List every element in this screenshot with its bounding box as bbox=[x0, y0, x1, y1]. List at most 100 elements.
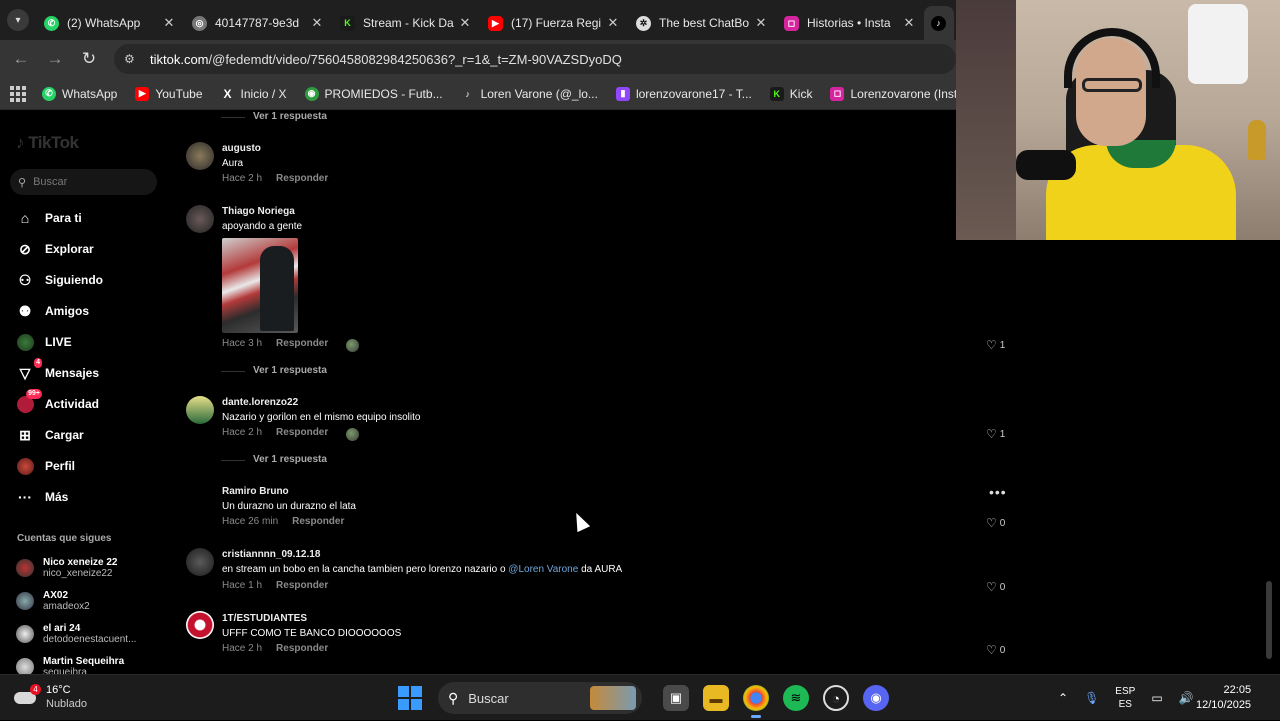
nav-siguiendo[interactable]: ⚇ Siguiendo bbox=[14, 268, 164, 292]
avatar[interactable] bbox=[186, 142, 214, 170]
language-indicator[interactable]: ESP ES bbox=[1115, 685, 1135, 711]
bookmark-youtube[interactable]: ▶ YouTube bbox=[135, 86, 203, 101]
reply-button[interactable]: Responder bbox=[276, 173, 328, 184]
whatsapp-icon: ✆ bbox=[44, 15, 59, 31]
reply-button[interactable]: Responder bbox=[276, 580, 328, 591]
following-header: Cuentas que sigues bbox=[17, 533, 112, 544]
forward-arrow-icon[interactable]: → bbox=[38, 49, 72, 69]
like-count: 1 bbox=[999, 428, 1006, 440]
close-icon[interactable]: ✕ bbox=[162, 15, 176, 31]
comment-username[interactable]: dante.lorenzo22 bbox=[222, 397, 298, 408]
browser-tab[interactable]: ◎ 40147787-9e3d ✕ bbox=[184, 6, 332, 40]
view-replies-button[interactable]: Ver 1 respuesta bbox=[221, 365, 327, 376]
avatar[interactable] bbox=[186, 548, 214, 576]
nav-mensajes[interactable]: ▽ 4 Mensajes bbox=[14, 358, 164, 385]
close-icon[interactable]: ✕ bbox=[606, 15, 620, 31]
comment-username[interactable]: Thiago Noriega bbox=[222, 206, 295, 217]
nav-cargar[interactable]: ⊞ Cargar bbox=[14, 423, 164, 447]
chevron-up-icon[interactable]: ⌃ bbox=[1058, 691, 1068, 705]
apps-grid-icon[interactable] bbox=[10, 85, 26, 102]
bookmark-kick[interactable]: K Kick bbox=[769, 86, 812, 101]
discord-icon[interactable]: ◉ bbox=[863, 685, 889, 711]
search-icon: ⚲ bbox=[18, 176, 27, 189]
close-icon[interactable]: ✕ bbox=[458, 15, 472, 31]
task-view-icon[interactable]: ▣ bbox=[663, 685, 689, 711]
avatar[interactable] bbox=[186, 396, 214, 424]
clock[interactable]: 22:05 12/10/2025 bbox=[1196, 683, 1251, 713]
windows-start-icon[interactable] bbox=[398, 686, 422, 710]
obs-icon[interactable]: ◔ bbox=[823, 685, 849, 711]
like-button[interactable]: ♡ 1 bbox=[986, 427, 1005, 441]
browser-tab[interactable]: K Stream - Kick Da ✕ bbox=[332, 6, 480, 40]
nav-mas[interactable]: ··· Más bbox=[14, 485, 164, 509]
tiktok-logo[interactable]: ♪ TikTok bbox=[16, 133, 79, 153]
weather-widget[interactable]: 4 16°C Nublado bbox=[12, 683, 87, 711]
comment-time: Hace 2 h bbox=[222, 173, 263, 184]
comment-username[interactable]: 1T/ESTUDIANTES bbox=[222, 613, 307, 624]
chrome-icon[interactable] bbox=[743, 685, 769, 718]
avatar[interactable] bbox=[186, 485, 214, 513]
nav-actividad[interactable]: 99+ Actividad bbox=[14, 389, 164, 416]
search-input[interactable]: ⚲ Buscar bbox=[10, 169, 157, 195]
reply-button[interactable]: Responder bbox=[276, 338, 328, 349]
like-button[interactable]: ♡ 0 bbox=[986, 516, 1005, 530]
spotify-icon[interactable]: ≋ bbox=[783, 685, 809, 711]
more-options-icon[interactable]: ••• bbox=[989, 484, 1007, 500]
nav-perfil[interactable]: Perfil bbox=[14, 454, 164, 478]
comment-meta: Hace 1 h Responder bbox=[222, 580, 328, 591]
avatar[interactable] bbox=[186, 611, 214, 639]
bookmark-label: WhatsApp bbox=[62, 86, 118, 101]
reload-icon[interactable]: ↻ bbox=[72, 49, 106, 69]
following-account[interactable]: Nico xeneize 22 nico_xeneize22 bbox=[16, 554, 166, 582]
close-icon[interactable]: ✕ bbox=[902, 15, 916, 31]
nav-explorar[interactable]: ⊘ Explorar bbox=[14, 237, 164, 261]
like-button[interactable]: ♡ 0 bbox=[986, 643, 1005, 657]
comment-username[interactable]: Ramiro Bruno bbox=[222, 486, 289, 497]
weather-condition: Nublado bbox=[46, 698, 87, 710]
bookmark-whatsapp[interactable]: ✆ WhatsApp bbox=[42, 86, 118, 101]
microphone-icon[interactable]: 🎙 bbox=[1084, 691, 1099, 705]
address-bar[interactable]: ⚙ tiktok.com/@fedemdt/video/756045808298… bbox=[114, 44, 956, 74]
nav-amigos[interactable]: ⚉ Amigos bbox=[14, 299, 164, 323]
nav-para-ti[interactable]: ⌂ Para ti bbox=[14, 206, 164, 230]
nav-live[interactable]: LIVE bbox=[14, 330, 164, 354]
avatar[interactable] bbox=[186, 205, 214, 233]
mention-link[interactable]: @Loren Varone bbox=[508, 564, 578, 575]
bookmark-tiktok[interactable]: ♪ Loren Varone (@_lo... bbox=[461, 87, 598, 101]
bookmark-promiedos[interactable]: ◉ PROMIEDOS - Futb... bbox=[304, 86, 443, 101]
browser-tab[interactable]: ▶ (17) Fuerza Regi ✕ bbox=[480, 6, 628, 40]
scrollbar[interactable] bbox=[1266, 581, 1272, 659]
following-account[interactable]: AX02 amadeox2 bbox=[16, 587, 166, 615]
taskbar-search[interactable]: ⚲ Buscar bbox=[438, 682, 642, 714]
comment-photo[interactable] bbox=[222, 238, 298, 333]
volume-icon[interactable]: 🔊 bbox=[1179, 691, 1194, 705]
file-explorer-icon[interactable]: ▬ bbox=[703, 685, 729, 711]
like-button[interactable]: ♡ 1 bbox=[986, 338, 1005, 352]
back-arrow-icon[interactable]: ← bbox=[4, 49, 38, 69]
site-info-icon[interactable]: ⚙ bbox=[124, 52, 140, 66]
network-icon[interactable]: ▭ bbox=[1151, 691, 1162, 705]
browser-tab[interactable]: ✲ The best ChatBo ✕ bbox=[628, 6, 776, 40]
following-account[interactable]: el ari 24 detodoenestacuent... bbox=[16, 620, 166, 648]
close-icon[interactable]: ✕ bbox=[754, 15, 768, 31]
reply-button[interactable]: Responder bbox=[276, 643, 328, 654]
comment-username[interactable]: augusto bbox=[222, 143, 261, 154]
tab-search-button[interactable]: ▾ bbox=[0, 0, 36, 40]
like-button[interactable]: ♡ 0 bbox=[986, 580, 1005, 594]
bookmark-instagram[interactable]: ◻ Lorenzovarone (Inst... bbox=[830, 86, 967, 101]
bookmark-x[interactable]: X Inicio / X bbox=[221, 87, 287, 101]
comment-username[interactable]: cristiannnn_09.12.18 bbox=[222, 549, 320, 560]
account-name: Nico xeneize 22 bbox=[43, 557, 118, 568]
browser-tab[interactable]: ✆ (2) WhatsApp ✕ bbox=[36, 6, 184, 40]
reply-button[interactable]: Responder bbox=[292, 516, 344, 527]
account-handle: nico_xeneize22 bbox=[43, 568, 113, 579]
view-replies-button[interactable]: Ver 1 respuesta bbox=[221, 111, 327, 122]
close-icon[interactable]: ✕ bbox=[310, 15, 324, 31]
bookmark-twitch[interactable]: ▮ lorenzovarone17 - T... bbox=[615, 86, 752, 101]
following-account[interactable]: Martin Sequeihra sequeihra bbox=[16, 653, 166, 674]
browser-tab-active[interactable]: ♪ bbox=[924, 6, 954, 40]
nav-label: Mensajes bbox=[45, 366, 100, 380]
reply-button[interactable]: Responder bbox=[276, 427, 328, 438]
view-replies-button[interactable]: Ver 1 respuesta bbox=[221, 454, 327, 465]
browser-tab[interactable]: ◻ Historias • Insta ✕ bbox=[776, 6, 924, 40]
